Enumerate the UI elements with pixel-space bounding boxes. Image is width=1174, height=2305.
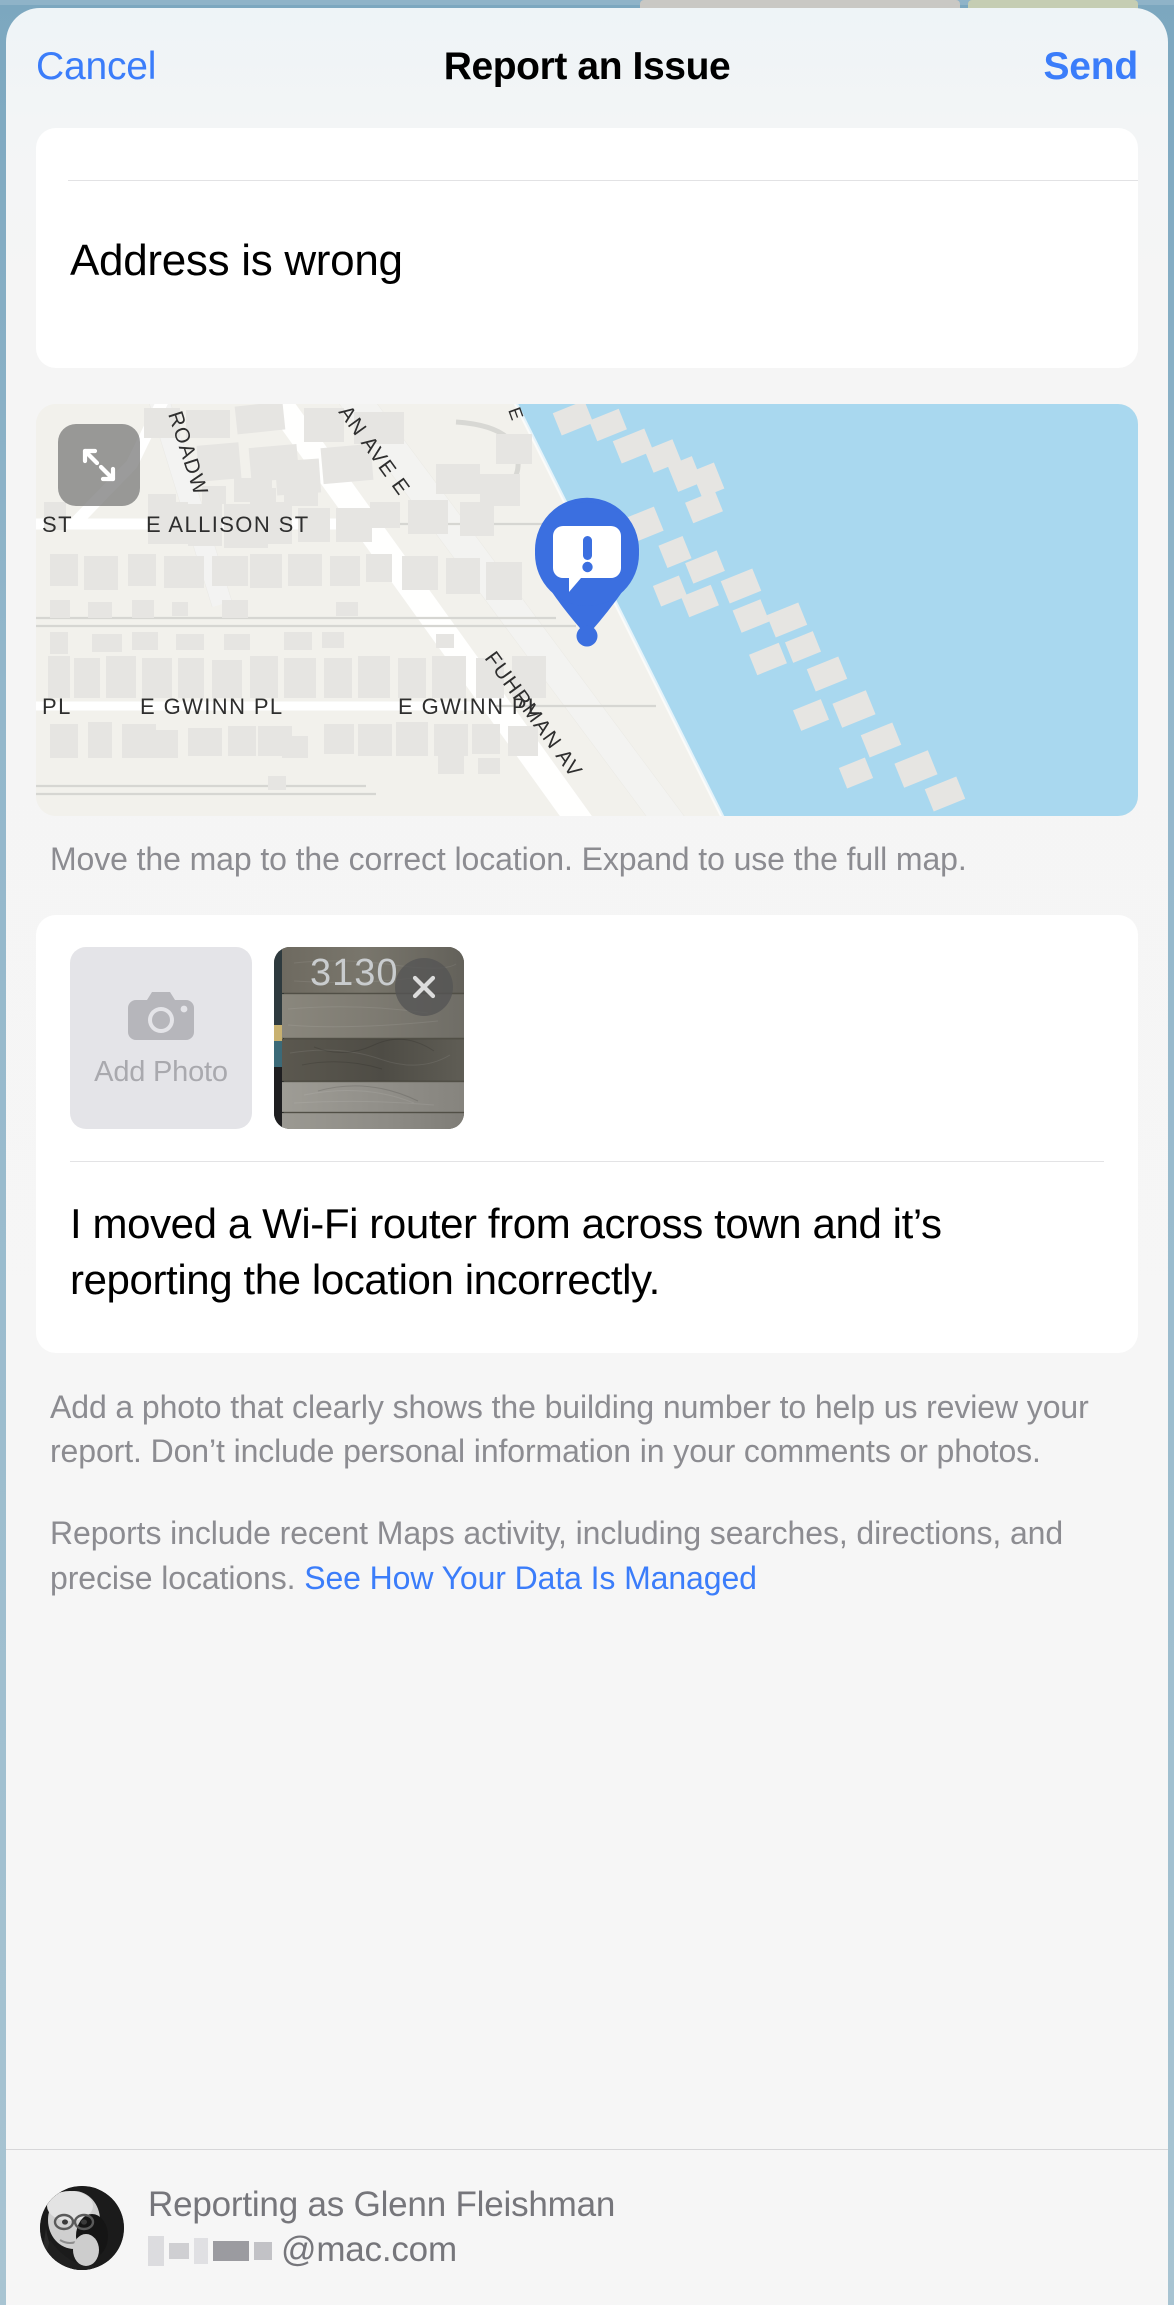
report-issue-sheet: Cancel Report an Issue Send Address is w… bbox=[6, 8, 1168, 2305]
camera-icon bbox=[128, 991, 194, 1040]
privacy-footnote: Reports include recent Maps activity, in… bbox=[50, 1511, 1124, 1599]
reporting-email: @mac.com bbox=[148, 2228, 615, 2273]
add-photo-button[interactable]: Add Photo bbox=[70, 947, 252, 1130]
send-button[interactable]: Send bbox=[1043, 45, 1138, 89]
redacted-email-local-part bbox=[148, 2228, 277, 2273]
avatar bbox=[40, 2185, 124, 2270]
reporting-as-label: Reporting as Glenn Fleishman bbox=[148, 2184, 616, 2224]
map-canvas[interactable]: ST E ALLISON ST PL E GWINN PL E GWINN PL… bbox=[36, 404, 1138, 816]
email-domain: @mac.com bbox=[281, 2229, 457, 2269]
photo-thumbnail[interactable]: 3130 bbox=[274, 947, 464, 1130]
issue-category-value[interactable]: Address is wrong bbox=[70, 236, 403, 286]
photo-footnote: Add a photo that clearly shows the build… bbox=[50, 1389, 1089, 1470]
comment-input[interactable]: I moved a Wi-Fi router from across town … bbox=[36, 1162, 1138, 1353]
photo-and-comment-card: Add Photo 3130 I moved a Wi-Fi router fr… bbox=[36, 915, 1138, 1354]
identity-block: Reporting as Glenn Fleishman @mac.com bbox=[148, 2183, 615, 2273]
street-label-st: ST bbox=[42, 512, 73, 537]
close-icon bbox=[412, 976, 436, 999]
map-location-dot bbox=[576, 625, 598, 647]
user-avatar-image bbox=[40, 2185, 124, 2270]
street-label-e-allison-st: E ALLISON ST bbox=[146, 512, 310, 537]
category-divider bbox=[68, 180, 1138, 181]
photo-row: Add Photo 3130 bbox=[36, 947, 1138, 1130]
photo-house-number: 3130 bbox=[310, 952, 399, 994]
map-caption: Move the map to the correct location. Ex… bbox=[50, 841, 967, 877]
add-photo-label: Add Photo bbox=[94, 1055, 228, 1088]
issue-category-card[interactable]: Address is wrong bbox=[36, 128, 1138, 368]
expand-arrows-icon bbox=[82, 448, 116, 482]
remove-photo-button[interactable] bbox=[395, 958, 453, 1017]
reporting-identity-footer: Reporting as Glenn Fleishman @mac.com bbox=[6, 2149, 1168, 2305]
street-label-e-gwinn-pl-1: E GWINN PL bbox=[140, 694, 284, 719]
screen-root: Cancel Report an Issue Send Address is w… bbox=[0, 0, 1174, 2305]
expand-map-button[interactable] bbox=[58, 424, 140, 506]
map-preview[interactable]: ST E ALLISON ST PL E GWINN PL E GWINN PL… bbox=[36, 404, 1138, 816]
street-label-pl: PL bbox=[42, 694, 72, 719]
navigation-bar: Cancel Report an Issue Send bbox=[6, 8, 1168, 126]
cancel-button[interactable]: Cancel bbox=[36, 45, 156, 89]
data-management-link[interactable]: See How Your Data Is Managed bbox=[304, 1560, 757, 1596]
page-title: Report an Issue bbox=[443, 45, 731, 88]
